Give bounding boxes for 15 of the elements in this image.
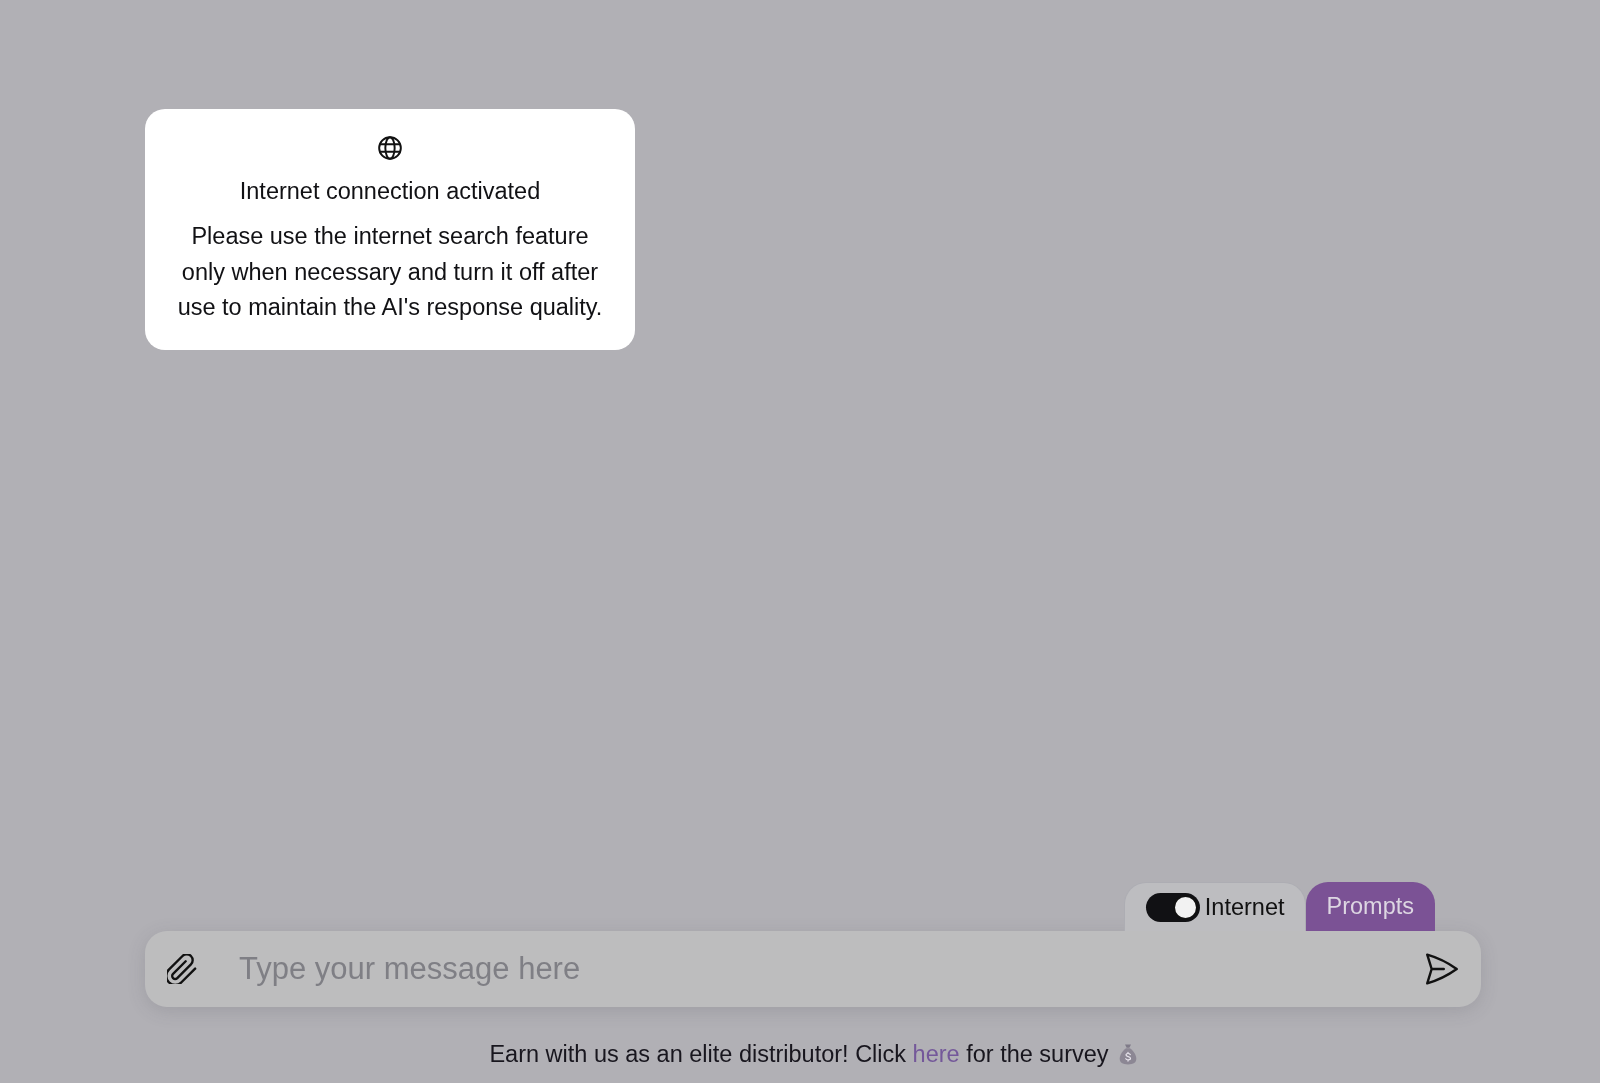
message-input[interactable]: Type your message here (239, 947, 1426, 991)
money-bag-icon (1118, 1043, 1137, 1065)
paperclip-icon (167, 954, 197, 984)
send-button[interactable] (1426, 953, 1458, 985)
message-box[interactable]: Type your message here (145, 931, 1481, 1007)
send-icon (1426, 953, 1458, 985)
internet-tab[interactable]: Internet (1123, 882, 1306, 931)
survey-link[interactable]: here (912, 1040, 960, 1067)
promo-text: Earn with us as an elite distributor! Click here for the survey (489, 1040, 1109, 1068)
globe-icon (377, 135, 403, 161)
prompts-tab[interactable]: Prompts (1305, 882, 1435, 931)
notice-title: Internet connection activated (238, 177, 542, 205)
notice-message: Please use the internet search feature only when necessary and turn it off after use to maintain the AI's response quality. (176, 222, 604, 323)
toggle-switch[interactable] (1145, 892, 1200, 922)
attach-button[interactable] (167, 954, 197, 984)
